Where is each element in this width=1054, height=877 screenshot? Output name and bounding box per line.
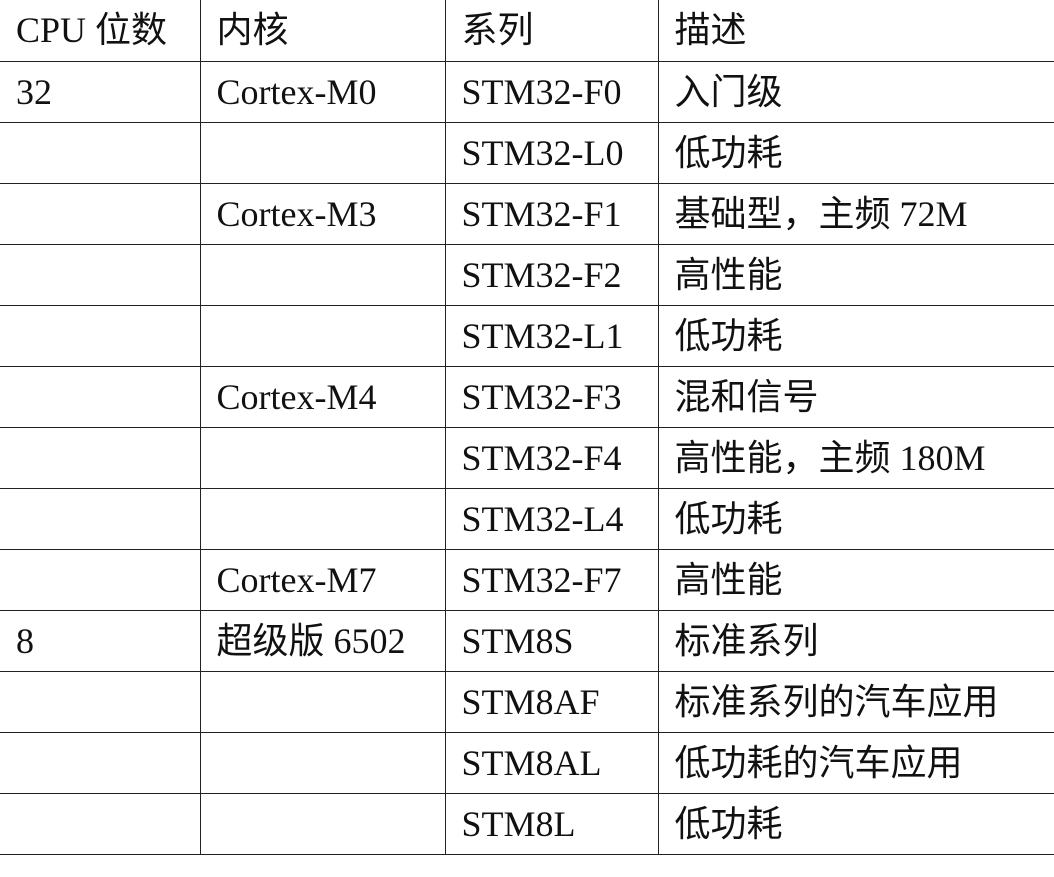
cell-series: STM8AF: [444, 670, 659, 733]
cell-description: 混和信号: [657, 365, 1054, 428]
cell-series: STM32-L0: [444, 121, 659, 184]
header-cpu-bits: CPU 位数: [0, 0, 201, 62]
cell-cpu-bits: [0, 182, 201, 245]
table-row: 8 超级版 6502 STM8S 标准系列: [0, 609, 1054, 672]
cell-cpu-bits: [0, 548, 201, 611]
cell-description: 低功耗的汽车应用: [657, 731, 1054, 794]
header-row: CPU 位数 内核 系列 描述: [0, 0, 1054, 62]
cell-description: 高性能: [657, 548, 1054, 611]
header-description: 描述: [657, 0, 1054, 62]
table-row: Cortex-M7 STM32-F7 高性能: [0, 548, 1054, 611]
cell-cpu-bits: [0, 304, 201, 367]
cell-series: STM32-F0: [444, 60, 659, 123]
cell-cpu-bits: [0, 243, 201, 306]
cell-description: 基础型，主频 72M: [657, 182, 1054, 245]
cell-cpu-bits: [0, 426, 201, 489]
cell-series: STM32-F7: [444, 548, 659, 611]
table-row: Cortex-M3 STM32-F1 基础型，主频 72M: [0, 182, 1054, 245]
table-row: STM8L 低功耗: [0, 792, 1054, 855]
cell-series: STM32-F3: [444, 365, 659, 428]
cell-description: 高性能: [657, 243, 1054, 306]
cell-cpu-bits: [0, 731, 201, 794]
cell-core: [199, 792, 446, 855]
table-row: STM32-F2 高性能: [0, 243, 1054, 306]
cell-cpu-bits: [0, 365, 201, 428]
cell-series: STM32-F2: [444, 243, 659, 306]
cell-description: 高性能，主频 180M: [657, 426, 1054, 489]
cell-description: 低功耗: [657, 304, 1054, 367]
header-core: 内核: [199, 0, 446, 62]
cell-description: 低功耗: [657, 487, 1054, 550]
cell-core: Cortex-M4: [199, 365, 446, 428]
cell-series: STM8AL: [444, 731, 659, 794]
cell-core: 超级版 6502: [199, 609, 446, 672]
table-row: STM8AF 标准系列的汽车应用: [0, 670, 1054, 733]
cell-series: STM32-L4: [444, 487, 659, 550]
cell-series: STM8L: [444, 792, 659, 855]
cell-description: 低功耗: [657, 121, 1054, 184]
cell-series: STM8S: [444, 609, 659, 672]
cell-core: [199, 487, 446, 550]
cell-cpu-bits: [0, 487, 201, 550]
cell-core: [199, 243, 446, 306]
table-row: STM32-L1 低功耗: [0, 304, 1054, 367]
table-row: STM32-L0 低功耗: [0, 121, 1054, 184]
cell-description: 标准系列: [657, 609, 1054, 672]
cell-description: 入门级: [657, 60, 1054, 123]
header-series: 系列: [444, 0, 659, 62]
cell-description: 标准系列的汽车应用: [657, 670, 1054, 733]
table-row: STM8AL 低功耗的汽车应用: [0, 731, 1054, 794]
cell-cpu-bits: 32: [0, 60, 201, 123]
cell-series: STM32-L1: [444, 304, 659, 367]
cell-series: STM32-F4: [444, 426, 659, 489]
table-row: Cortex-M4 STM32-F3 混和信号: [0, 365, 1054, 428]
cell-core: [199, 304, 446, 367]
cell-cpu-bits: [0, 792, 201, 855]
cell-description: 低功耗: [657, 792, 1054, 855]
cell-core: [199, 121, 446, 184]
cell-core: Cortex-M0: [199, 60, 446, 123]
cell-core: [199, 670, 446, 733]
table-row: STM32-L4 低功耗: [0, 487, 1054, 550]
cell-cpu-bits: 8: [0, 609, 201, 672]
table-row: 32 Cortex-M0 STM32-F0 入门级: [0, 60, 1054, 123]
cell-core: Cortex-M7: [199, 548, 446, 611]
cell-core: [199, 426, 446, 489]
stm-product-table: CPU 位数 内核 系列 描述 32 Cortex-M0 STM32-F0 入门级 ST…: [0, 0, 1054, 855]
cell-cpu-bits: [0, 670, 201, 733]
cell-series: STM32-F1: [444, 182, 659, 245]
cell-cpu-bits: [0, 121, 201, 184]
cell-core: Cortex-M3: [199, 182, 446, 245]
cell-core: [199, 731, 446, 794]
table-row: STM32-F4 高性能，主频 180M: [0, 426, 1054, 489]
